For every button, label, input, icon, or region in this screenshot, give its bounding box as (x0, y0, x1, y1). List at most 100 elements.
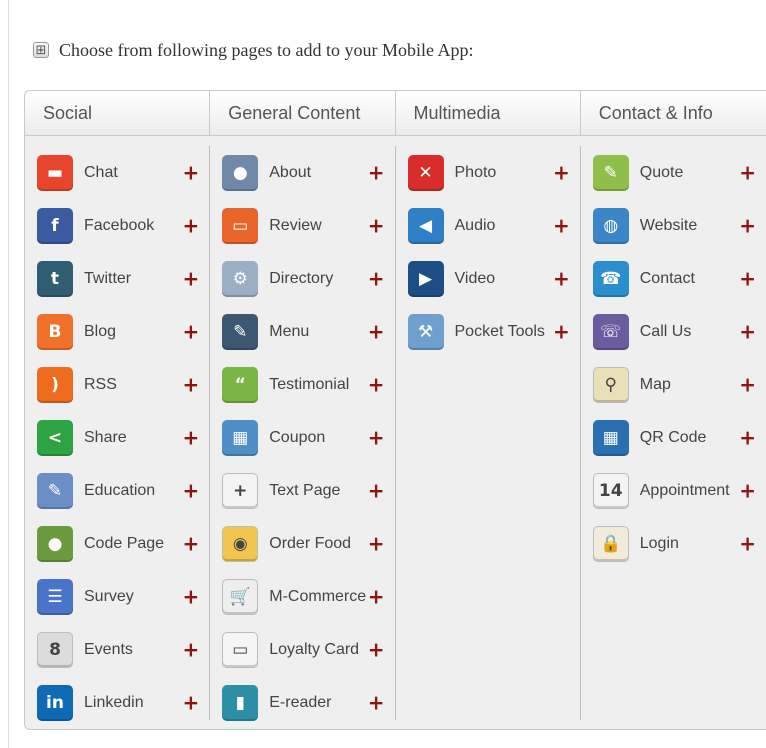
page-item-facebook[interactable]: f Facebook + (25, 199, 209, 252)
add-page-button[interactable]: + (182, 480, 199, 500)
share-icon: < (37, 419, 73, 456)
directory-icon: ⚙ (222, 260, 259, 297)
page-item-label: E-reader (269, 693, 332, 711)
page-item-video[interactable]: ▶ Video + (396, 252, 580, 305)
page-item-share[interactable]: < Share + (25, 411, 209, 464)
page-item-linkedin[interactable]: in Linkedin + (25, 676, 209, 729)
page-item-rss[interactable]: ) RSS + (25, 358, 209, 411)
add-page-button[interactable]: + (553, 215, 570, 235)
about-icon: ● (222, 154, 259, 191)
page-item-e-reader[interactable]: ▮ E-reader + (210, 676, 394, 729)
add-page-button[interactable]: + (182, 692, 199, 712)
page-item-label: Website (639, 216, 698, 234)
add-page-button[interactable]: + (553, 268, 570, 288)
page-item-twitter[interactable]: t Twitter + (25, 252, 209, 305)
add-page-button[interactable]: + (368, 692, 385, 712)
page-item-m-commerce[interactable]: 🛒 M-Commerce + (210, 570, 394, 623)
testimonial-icon: “ (222, 366, 259, 403)
video-icon: ▶ (407, 260, 444, 297)
add-page-button[interactable]: + (553, 162, 570, 182)
page-item-label: Map (639, 375, 671, 393)
page-item-code-page[interactable]: ● Code Page + (25, 517, 209, 570)
rss-icon: ) (37, 366, 73, 403)
page-item-order-food[interactable]: ◉ Order Food + (210, 517, 394, 570)
page-item-label: Testimonial (269, 375, 350, 393)
add-page-button[interactable]: + (368, 162, 385, 182)
page-title: Choose from following pages to add to yo… (59, 39, 474, 60)
page-item-menu[interactable]: ✎ Menu + (210, 305, 394, 358)
page-item-education[interactable]: ✎ Education + (25, 464, 209, 517)
add-page-button[interactable]: + (182, 586, 199, 606)
page-item-quote[interactable]: ✎ Quote + (581, 146, 766, 199)
add-page-button[interactable]: + (553, 321, 570, 341)
page-item-map[interactable]: ⚲ Map + (581, 358, 766, 411)
page-item-directory[interactable]: ⚙ Directory + (210, 252, 394, 305)
add-page-button[interactable]: + (368, 321, 385, 341)
add-page-button[interactable]: + (739, 374, 756, 394)
page-item-label: Login (639, 534, 679, 552)
page-item-contact[interactable]: ☎ Contact + (581, 252, 766, 305)
page-item-events[interactable]: 8 Events + (25, 623, 209, 676)
add-page-button[interactable]: + (368, 480, 385, 500)
page-item-call-us[interactable]: ☏ Call Us + (581, 305, 766, 358)
add-page-button[interactable]: + (182, 374, 199, 394)
expand-icon[interactable]: ⊞ (33, 42, 49, 58)
add-page-button[interactable]: + (368, 639, 385, 659)
add-page-button[interactable]: + (368, 268, 385, 288)
add-page-button[interactable]: + (182, 268, 199, 288)
page-item-login[interactable]: 🔒 Login + (581, 517, 766, 570)
page-item-review[interactable]: ▭ Review + (210, 199, 394, 252)
page-item-about[interactable]: ● About + (210, 146, 394, 199)
twitter-icon: t (37, 260, 73, 297)
review-icon: ▭ (222, 207, 259, 244)
page-item-audio[interactable]: ◀ Audio + (396, 199, 580, 252)
page-item-testimonial[interactable]: “ Testimonial + (210, 358, 394, 411)
page-item-coupon[interactable]: ▦ Coupon + (210, 411, 394, 464)
page-item-label: Review (269, 216, 322, 234)
page-item-photo[interactable]: ✕ Photo + (396, 146, 580, 199)
page-item-text-page[interactable]: + Text Page + (210, 464, 394, 517)
page-item-blog[interactable]: B Blog + (25, 305, 209, 358)
add-page-button[interactable]: + (182, 639, 199, 659)
category-header-row: Social General Content Multimedia Contac… (25, 91, 766, 136)
page-item-chat[interactable]: ▬ Chat + (25, 146, 209, 199)
events-icon: 8 (37, 631, 73, 668)
add-page-button[interactable]: + (739, 268, 756, 288)
page-item-label: Coupon (269, 428, 326, 446)
add-page-button[interactable]: + (182, 162, 199, 182)
column-header-social: Social (25, 91, 211, 135)
add-page-button[interactable]: + (739, 533, 756, 553)
menu-icon: ✎ (222, 313, 259, 350)
add-page-button[interactable]: + (182, 215, 199, 235)
add-page-button[interactable]: + (368, 533, 385, 553)
add-page-button[interactable]: + (368, 427, 385, 447)
column-header-contact-info: Contact & Info (598, 102, 713, 123)
page-item-appointment[interactable]: 14 Appointment + (581, 464, 766, 517)
add-page-button[interactable]: + (182, 533, 199, 553)
page-item-website[interactable]: ◍ Website + (581, 199, 766, 252)
page-item-label: Photo (454, 163, 497, 181)
add-page-button[interactable]: + (739, 480, 756, 500)
add-page-button[interactable]: + (739, 162, 756, 182)
audio-icon: ◀ (407, 207, 444, 244)
column-multimedia: ✕ Photo + ◀ Audio + ▶ Video + ⚒ Pocket Tools + (396, 146, 581, 720)
page-item-label: Order Food (269, 534, 352, 552)
add-page-button[interactable]: + (182, 427, 199, 447)
page-item-qr-code[interactable]: ▦ QR Code + (581, 411, 766, 464)
survey-icon: ☰ (37, 578, 73, 615)
add-page-button[interactable]: + (182, 321, 199, 341)
add-page-button[interactable]: + (739, 321, 756, 341)
add-page-button[interactable]: + (368, 215, 385, 235)
page-item-pocket-tools[interactable]: ⚒ Pocket Tools + (396, 305, 580, 358)
add-page-button[interactable]: + (739, 215, 756, 235)
add-page-button[interactable]: + (368, 374, 385, 394)
page-item-label: RSS (84, 375, 117, 393)
add-page-button[interactable]: + (739, 427, 756, 447)
add-page-button[interactable]: + (368, 586, 385, 606)
quote-icon: ✎ (592, 154, 629, 191)
page-item-label: Events (84, 640, 133, 658)
page-item-label: Blog (84, 322, 117, 340)
column-social: ▬ Chat + f Facebook + t Twitter + B Blog +) RSS + < Sha… (25, 146, 211, 721)
page-item-loyalty-card[interactable]: ▭ Loyalty Card + (210, 623, 394, 676)
page-item-survey[interactable]: ☰ Survey + (25, 570, 209, 623)
